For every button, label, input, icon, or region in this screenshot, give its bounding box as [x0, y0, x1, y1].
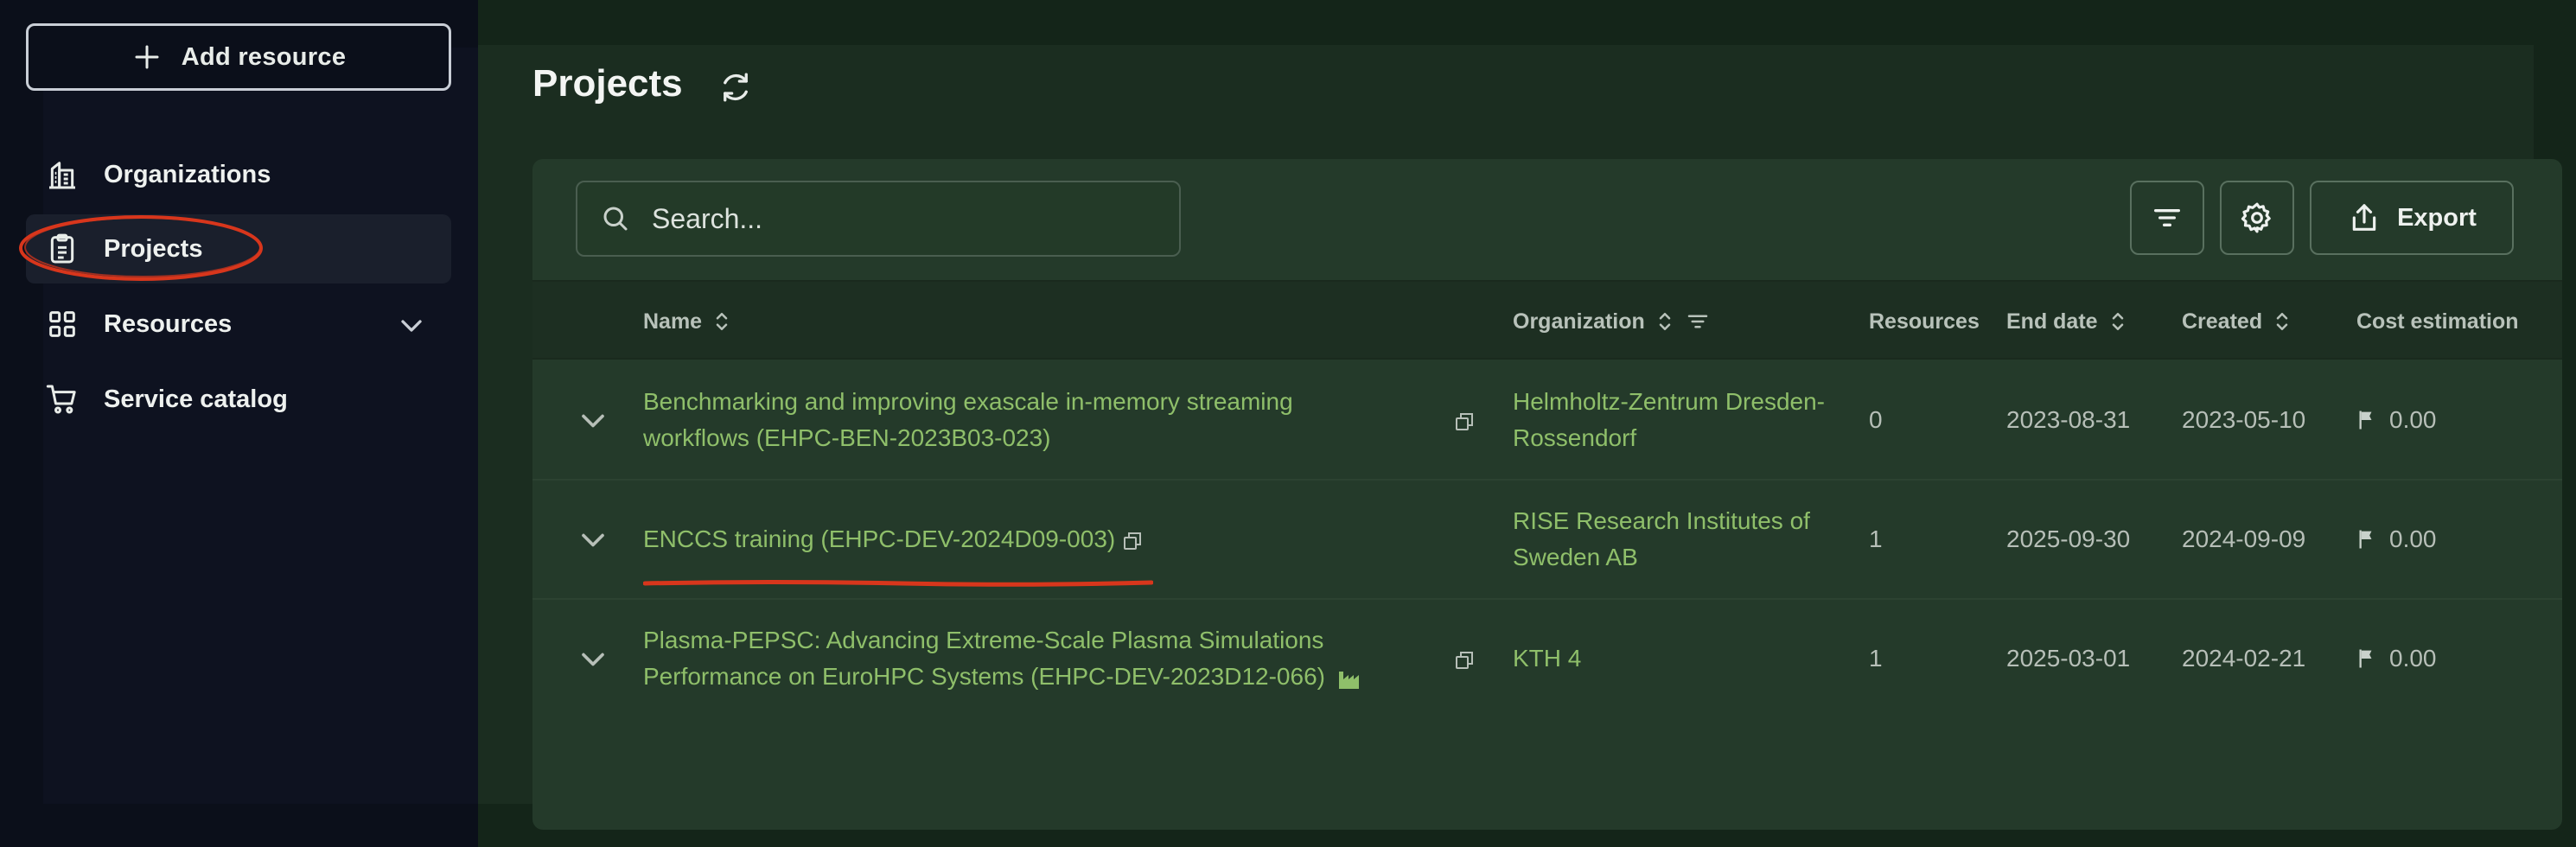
add-resource-label: Add resource: [181, 42, 347, 71]
annotation-underline: [643, 580, 1153, 587]
clipboard-icon: [50, 233, 74, 264]
column-header-label: Resources: [1869, 309, 1980, 334]
cost-value: 0.00: [2389, 406, 2437, 433]
project-name-cell: ENCCS training (EHPC-DEV-2024D09-003): [643, 521, 1143, 557]
chevron-down-icon[interactable]: [394, 309, 429, 343]
column-header-created[interactable]: Created: [2182, 282, 2292, 361]
sort-icon[interactable]: [2108, 309, 2127, 334]
export-button[interactable]: Export: [2310, 181, 2514, 255]
end-date: 2025-03-01: [2006, 645, 2131, 672]
column-header-organization[interactable]: Organization: [1513, 282, 1711, 361]
organization-link[interactable]: Helmholtz-Zentrum Dresden-Rossendorf: [1513, 384, 1841, 456]
filter-icon: [2154, 209, 2180, 226]
created-date: 2024-09-09: [2182, 525, 2306, 552]
cost-estimation: 0.00: [2356, 640, 2437, 677]
search-icon: [603, 207, 628, 231]
flag-icon: [2359, 649, 2372, 668]
resources-count: 1: [1869, 645, 1883, 672]
add-resource-button[interactable]: Add resource: [26, 23, 451, 91]
sidebar-item-projects[interactable]: Projects: [26, 214, 451, 283]
end-date: 2025-09-30: [2006, 525, 2131, 552]
project-name-link[interactable]: ENCCS training (EHPC-DEV-2024D09-003): [643, 525, 1115, 552]
table-row[interactable]: ENCCS training (EHPC-DEV-2024D09-003) RI…: [532, 481, 2562, 600]
column-header-label: End date: [2006, 309, 2098, 334]
chevron-down-icon[interactable]: [574, 640, 612, 678]
sort-icon[interactable]: [1655, 309, 1674, 334]
flag-icon: [2359, 530, 2372, 549]
project-name-cell: Plasma-PEPSC: Advancing Extreme-Scale Pl…: [643, 622, 1387, 695]
cost-estimation: 0.00: [2356, 521, 2437, 557]
organization-link[interactable]: RISE Research Institutes of Sweden AB: [1513, 503, 1841, 576]
project-name-link[interactable]: Plasma-PEPSC: Advancing Extreme-Scale Pl…: [643, 627, 1325, 690]
page-title: Projects: [532, 62, 683, 105]
projects-table-card: Export Name Organization Resources End d…: [532, 159, 2562, 830]
copy-icon[interactable]: [1454, 650, 1475, 671]
search-input[interactable]: [650, 201, 1169, 236]
column-header-end-date[interactable]: End date: [2006, 282, 2127, 361]
building-icon: [49, 162, 75, 189]
main-content: Projects Export Name: [478, 0, 2576, 847]
copy-icon[interactable]: [1454, 411, 1475, 432]
column-header-label: Cost estimation: [2356, 309, 2519, 334]
chevron-down-icon[interactable]: [574, 521, 612, 559]
cost-value: 0.00: [2389, 525, 2437, 552]
factory-icon: [1338, 671, 1359, 689]
copy-icon[interactable]: [1122, 531, 1143, 551]
sort-icon[interactable]: [712, 309, 731, 334]
column-header-label: Name: [643, 309, 703, 334]
share-icon: [2352, 204, 2376, 231]
cart-icon: [46, 385, 76, 414]
flag-icon: [2359, 411, 2372, 430]
refresh-icon[interactable]: [717, 69, 754, 105]
column-header-label: Organization: [1513, 309, 1645, 334]
column-header-cost-estimation: Cost estimation: [2356, 282, 2519, 361]
column-filter-icon[interactable]: [1685, 309, 1711, 334]
table-row[interactable]: Benchmarking and improving exascale in-m…: [532, 361, 2562, 481]
column-header-name[interactable]: Name: [643, 282, 731, 361]
cost-value: 0.00: [2389, 645, 2437, 672]
column-header-label: Created: [2182, 309, 2263, 334]
sort-icon[interactable]: [2273, 309, 2292, 334]
created-date: 2023-05-10: [2182, 406, 2306, 433]
filter-button[interactable]: [2130, 181, 2204, 255]
sidebar: Add resource Organizations Projects Reso…: [0, 0, 478, 847]
gear-icon: [2241, 202, 2271, 233]
sidebar-item-organizations[interactable]: Organizations: [26, 140, 451, 209]
sidebar-item-label: Resources: [104, 309, 233, 338]
end-date: 2023-08-31: [2006, 406, 2131, 433]
export-label: Export: [2397, 203, 2477, 232]
table-header: Name Organization Resources End date Cre…: [532, 280, 2562, 360]
table-row[interactable]: Plasma-PEPSC: Advancing Extreme-Scale Pl…: [532, 600, 2562, 719]
sidebar-item-label: Service catalog: [104, 385, 288, 413]
sidebar-item-label: Projects: [104, 234, 203, 263]
column-header-resources: Resources: [1869, 282, 1980, 361]
grid-icon: [49, 311, 75, 337]
search-box[interactable]: [576, 181, 1181, 257]
resources-count: 0: [1869, 406, 1883, 433]
organization-link[interactable]: KTH 4: [1513, 640, 1841, 677]
settings-button[interactable]: [2220, 181, 2294, 255]
plus-icon: [135, 45, 159, 69]
cost-estimation: 0.00: [2356, 402, 2437, 438]
project-name-link[interactable]: Benchmarking and improving exascale in-m…: [643, 384, 1404, 456]
sidebar-item-resources[interactable]: Resources: [26, 290, 451, 359]
created-date: 2024-02-21: [2182, 645, 2306, 672]
sidebar-item-label: Organizations: [104, 160, 271, 188]
resources-count: 1: [1869, 525, 1883, 552]
chevron-down-icon[interactable]: [574, 402, 612, 440]
sidebar-item-service-catalog[interactable]: Service catalog: [26, 365, 451, 434]
